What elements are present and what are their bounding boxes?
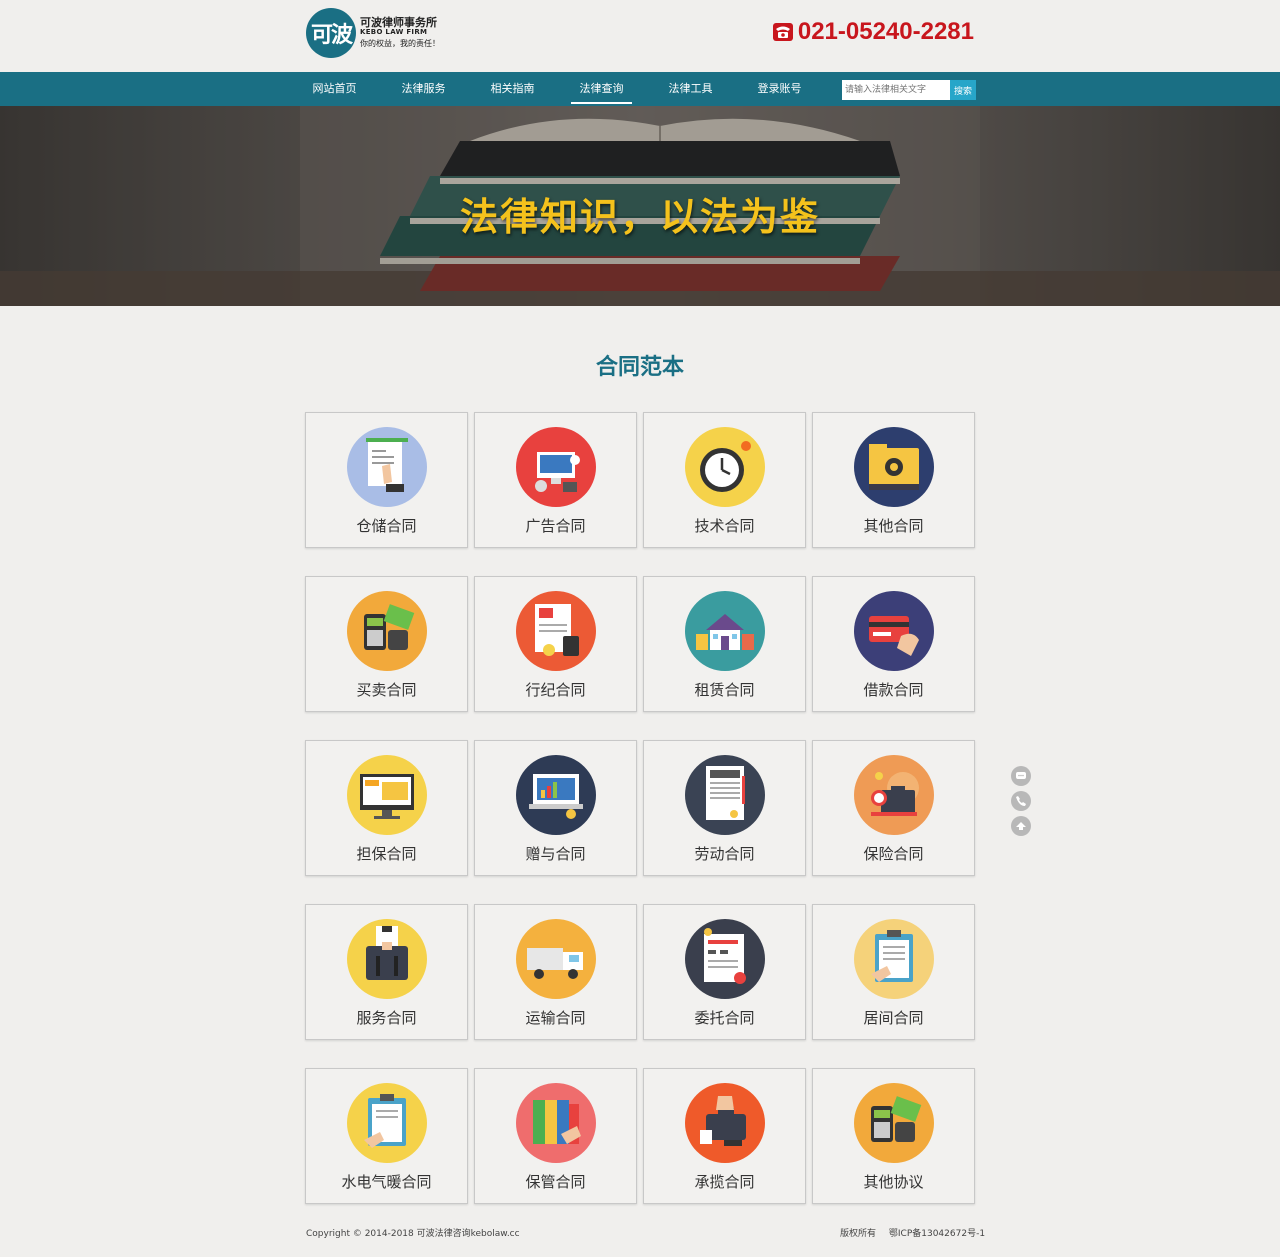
contract-grid: 仓储合同 广告合同 技术合同 其他合同买卖合同 行纪合同 租赁合同 借款合同担保合同 赠与合同… — [305, 412, 977, 1204]
phone-button[interactable] — [1011, 791, 1031, 811]
contract-card[interactable]: 仓储合同 — [305, 412, 468, 548]
contract-card[interactable]: 赠与合同 — [474, 740, 637, 876]
firm-name-en: KEBO LAW FIRM — [360, 28, 428, 37]
contract-card-label: 赠与合同 — [525, 845, 586, 863]
back-to-top-button[interactable] — [1011, 816, 1031, 836]
contract-card[interactable]: 保险合同 — [812, 740, 975, 876]
laptop-chart-icon — [515, 755, 596, 835]
contract-card-label: 保管合同 — [525, 1173, 586, 1191]
contract-card-label: 服务合同 — [356, 1009, 417, 1027]
contract-card-label: 行纪合同 — [525, 681, 586, 699]
contract-card[interactable]: 其他协议 — [812, 1068, 975, 1204]
binders-icon — [515, 1083, 596, 1163]
nav-item[interactable]: 网站首页 — [290, 72, 379, 106]
search-input[interactable] — [842, 80, 950, 100]
contract-card[interactable]: 居间合同 — [812, 904, 975, 1040]
nav-item[interactable]: 法律服务 — [379, 72, 468, 106]
footer-right: 版权所有 鄂ICP备13042672号-1 — [840, 1226, 995, 1239]
contract-card[interactable]: 租赁合同 — [643, 576, 806, 712]
contract-card-label: 仓储合同 — [356, 517, 417, 535]
contract-card-label: 其他合同 — [863, 517, 924, 535]
side-tools — [1011, 766, 1031, 836]
footer-icp[interactable]: 鄂ICP备13042672号-1 — [889, 1229, 985, 1239]
briefcase-globe-icon — [853, 755, 934, 835]
contract-card[interactable]: 保管合同 — [474, 1068, 637, 1204]
logo[interactable]: 可波 可波律师事务所 KEBO LAW FIRM 你的权益，我的责任！ — [306, 8, 440, 58]
phone-icon — [1015, 795, 1027, 807]
briefcase-hand-icon — [684, 1083, 765, 1163]
contract-card-label: 买卖合同 — [356, 681, 417, 699]
suit-briefcase-icon — [346, 919, 427, 999]
search-button[interactable]: 搜索 — [950, 80, 976, 100]
contract-card[interactable]: 委托合同 — [643, 904, 806, 1040]
contract-card-label: 担保合同 — [356, 845, 417, 863]
search-box: 搜索 — [842, 80, 976, 100]
contract-card[interactable]: 借款合同 — [812, 576, 975, 712]
house-icon — [684, 591, 765, 671]
contract-card[interactable]: 行纪合同 — [474, 576, 637, 712]
credit-card-icon — [853, 591, 934, 671]
contract-card[interactable]: 运输合同 — [474, 904, 637, 1040]
advertising-icon — [515, 427, 596, 507]
banner-title: 法律知识，以法为鉴 — [459, 194, 820, 239]
nav-item[interactable]: 法律查询 — [557, 72, 646, 106]
chat-icon — [1015, 770, 1027, 782]
contract-card[interactable]: 技术合同 — [643, 412, 806, 548]
contract-card-label: 其他协议 — [863, 1173, 924, 1191]
contract-card-label: 居间合同 — [863, 1009, 924, 1027]
contract-card-label: 承揽合同 — [694, 1173, 755, 1191]
logo-mark: 可波 — [306, 8, 356, 58]
monitor-icon — [346, 755, 427, 835]
form-stamp-icon — [684, 919, 765, 999]
slogan: 你的权益，我的责任！ — [360, 38, 440, 48]
footer-copyright: Copyright © 2014-2018 可波法律咨询kebolaw.cc — [306, 1229, 520, 1239]
contract-card-label: 运输合同 — [525, 1009, 586, 1027]
phone-text: 021-05240-2281 — [797, 18, 974, 45]
contract-card-label: 广告合同 — [525, 517, 586, 535]
contract-card[interactable]: 担保合同 — [305, 740, 468, 876]
nav-item[interactable]: 登录账号 — [735, 72, 824, 106]
back-to-top-icon — [1015, 820, 1027, 832]
nav-item[interactable]: 相关指南 — [468, 72, 557, 106]
document-icon — [684, 755, 765, 835]
money-calculator-icon — [346, 591, 427, 671]
contract-card[interactable]: 广告合同 — [474, 412, 637, 548]
clipboard-icon — [853, 919, 934, 999]
main-nav: 网站首页法律服务相关指南法律查询法律工具登录账号 搜索 — [0, 72, 1280, 106]
contract-card[interactable]: 买卖合同 — [305, 576, 468, 712]
contract-card-label: 水电气暖合同 — [341, 1173, 432, 1191]
money-phone-icon — [853, 1083, 934, 1163]
contract-card-label: 委托合同 — [694, 1009, 755, 1027]
clock-gear-icon — [684, 427, 765, 507]
contract-card[interactable]: 劳动合同 — [643, 740, 806, 876]
contract-card-label: 租赁合同 — [694, 681, 755, 699]
report-calculator-icon — [515, 591, 596, 671]
banner: 法律知识，以法为鉴 — [0, 106, 1280, 306]
contract-card[interactable]: 承揽合同 — [643, 1068, 806, 1204]
warehouse-contract-icon — [346, 427, 427, 507]
contract-card-label: 借款合同 — [863, 681, 924, 699]
header: 可波 可波律师事务所 KEBO LAW FIRM 你的权益，我的责任！ 021-… — [0, 0, 1280, 72]
footer-rights: 版权所有 — [840, 1229, 877, 1239]
phone-number: 021-05240-2281 — [772, 18, 974, 46]
section-title: 合同范本 — [595, 355, 684, 380]
contract-card[interactable]: 服务合同 — [305, 904, 468, 1040]
chat-button[interactable] — [1011, 766, 1031, 786]
contract-card[interactable]: 其他合同 — [812, 412, 975, 548]
folder-gear-icon — [853, 427, 934, 507]
contract-card-label: 技术合同 — [694, 517, 755, 535]
nav-item[interactable]: 法律工具 — [646, 72, 735, 106]
contract-card-label: 劳动合同 — [694, 845, 755, 863]
contract-card[interactable]: 水电气暖合同 — [305, 1068, 468, 1204]
contract-card-label: 保险合同 — [863, 845, 924, 863]
truck-icon — [515, 919, 596, 999]
clipboard-hand-icon — [346, 1083, 427, 1163]
telephone-icon — [772, 23, 793, 41]
